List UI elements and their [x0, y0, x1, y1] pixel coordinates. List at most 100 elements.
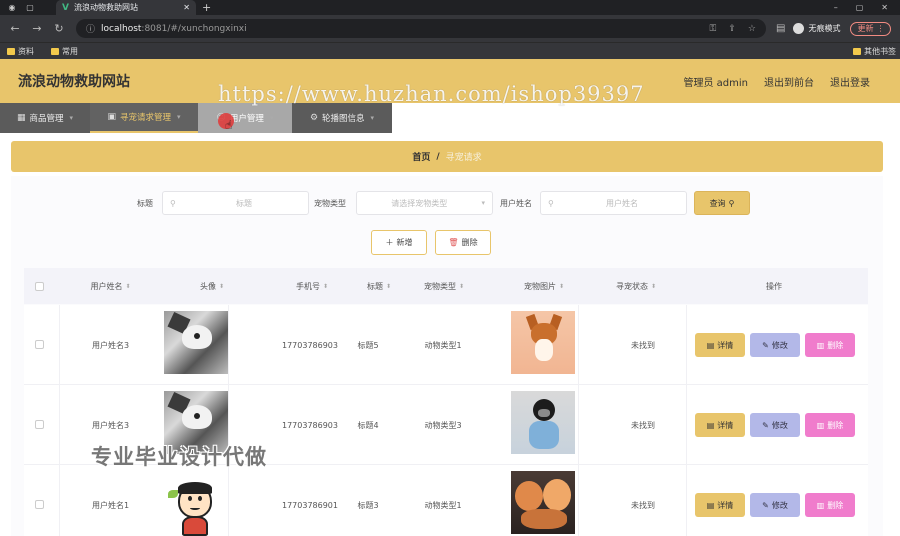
gear-icon: ⚙ — [309, 113, 319, 123]
col-pet-type-label: 宠物类型 — [423, 281, 456, 291]
sort-icon: ⬍ — [125, 282, 131, 290]
col-divider — [578, 305, 579, 385]
col-divider — [686, 465, 687, 536]
col-avatar-label: 头像 — [199, 281, 216, 291]
tab-close-icon[interactable]: ✕ — [183, 3, 190, 12]
col-status[interactable]: 寻宠状态 ⬍ — [586, 268, 686, 304]
trash-icon: ▥ — [816, 340, 825, 350]
incognito-avatar-icon — [793, 23, 805, 34]
key-icon[interactable]: ⚿ — [710, 24, 717, 34]
minimize-icon[interactable]: – — [834, 3, 838, 12]
profile-button[interactable]: 无痕模式 — [793, 23, 840, 34]
edit-button[interactable]: ✎ 修改 — [750, 333, 800, 357]
bookmark-folder-other[interactable]: 其他书签 — [853, 46, 896, 57]
avatar-image — [164, 311, 228, 374]
chevron-down-icon: ▾ — [177, 113, 181, 121]
title-placeholder: 标题 — [236, 198, 252, 208]
detail-label: 详情 — [717, 420, 734, 430]
cell-status: 未找到 — [631, 420, 655, 430]
batch-delete-button[interactable]: 🗑︎ 删除 — [435, 230, 491, 255]
chevron-down-icon: ▾ — [481, 199, 485, 207]
breadcrumb-current: 寻宠请求 — [445, 153, 482, 163]
menu-item-label: 寻宠请求管理 — [119, 113, 171, 123]
col-divider — [228, 465, 229, 536]
forward-icon[interactable]: → — [30, 22, 44, 35]
edit-button[interactable]: ✎ 修改 — [750, 413, 800, 437]
detail-label: 详情 — [717, 340, 734, 350]
folder-icon — [7, 47, 15, 55]
side-panel-icon[interactable]: ▤ — [776, 23, 785, 34]
cell-pet-type: 动物类型1 — [424, 340, 462, 350]
detail-button[interactable]: ▤ 详情 — [695, 333, 745, 357]
bookmark-star-icon[interactable]: ☆ — [748, 24, 756, 34]
chevron-down-icon: ▾ — [269, 114, 274, 122]
title-search-input[interactable]: ⚲ 标题 — [162, 191, 309, 215]
cell-pet-type: 动物类型1 — [424, 500, 462, 510]
col-username[interactable]: 用户姓名 ⬍ — [59, 268, 162, 304]
bookmark-folder-2[interactable]: 常用 — [51, 46, 78, 57]
info-icon[interactable]: ⓘ — [86, 22, 95, 35]
row-checkbox[interactable] — [35, 340, 44, 349]
chevron-down-icon: ▾ — [370, 114, 375, 122]
search-icon: ⚲ — [170, 198, 176, 208]
remove-label: 删除 — [827, 340, 844, 350]
table-row: 用户姓名1 17703786901 标题3 动物类型1 未找到 ▤ 详情 ✎ 修改 … — [24, 465, 868, 536]
menu-item-label: 商品管理 — [29, 114, 64, 124]
col-pet-type[interactable]: 宠物类型 ⬍ — [394, 268, 494, 304]
edit-button[interactable]: ✎ 修改 — [750, 493, 800, 517]
share-icon[interactable]: ⇪ — [728, 24, 736, 34]
more-icon: ⋮ — [876, 24, 885, 33]
maximize-icon[interactable]: ▢ — [856, 3, 864, 12]
tab-search-icon[interactable]: ▢ — [24, 3, 36, 13]
pet-type-placeholder: 请选择宠物类型 — [391, 198, 448, 208]
delete-button[interactable]: ▥ 删除 — [805, 413, 855, 437]
browser-tab[interactable]: V 流浪动物救助网站 ✕ — [56, 0, 196, 15]
logout-link[interactable]: 退出登录 — [830, 74, 870, 89]
username-search-input[interactable]: ⚲ 用户姓名 — [540, 191, 687, 215]
promo-overlay-text: 专业毕业设计代做 — [91, 445, 267, 469]
select-all-checkbox[interactable] — [35, 282, 44, 291]
delete-button[interactable]: ▥ 删除 — [805, 493, 855, 517]
row-checkbox[interactable] — [35, 420, 44, 429]
reload-icon[interactable]: ↻ — [52, 22, 66, 35]
pet-type-select[interactable]: 请选择宠物类型 ▾ — [356, 191, 493, 215]
menu-item-carousel[interactable]: ⚙ 轮播图信息 ▾ — [292, 103, 392, 133]
sort-icon: ⬍ — [458, 282, 465, 290]
menu-item-users[interactable]: ☺ 用户管理 ▾ ☝ — [198, 103, 292, 133]
col-pet-image[interactable]: 宠物图片 ⬍ — [494, 268, 594, 304]
bookmark-label: 资料 — [18, 46, 34, 56]
edit-label: 修改 — [771, 340, 788, 350]
search-type-label-wrap: 宠物类型 — [314, 191, 346, 215]
cell-status: 未找到 — [631, 500, 655, 510]
new-tab-icon[interactable]: + — [202, 1, 211, 14]
add-button[interactable]: ＋ 新增 — [371, 230, 427, 255]
document-icon: ▤ — [706, 340, 715, 350]
delete-button[interactable]: ▥ 删除 — [805, 333, 855, 357]
profile-label: 无痕模式 — [808, 24, 841, 33]
browser-menu-icon[interactable]: ◉ — [6, 3, 18, 13]
search-title-label-wrap: 标题 — [137, 191, 153, 215]
remove-label: 删除 — [827, 420, 844, 430]
sort-icon: ⬍ — [650, 282, 657, 290]
back-icon[interactable]: ← — [8, 22, 22, 35]
col-username-label: 用户姓名 — [90, 281, 123, 291]
bookmark-folder-1[interactable]: 资料 — [7, 46, 34, 57]
update-button[interactable]: 更新 ⋮ — [850, 21, 892, 36]
menu-item-products[interactable]: ▦ 商品管理 ▾ — [0, 103, 90, 133]
row-checkbox[interactable] — [35, 500, 44, 509]
back-to-front-link[interactable]: 退出到前台 — [764, 74, 814, 89]
col-avatar[interactable]: 头像 ⬍ — [162, 268, 262, 304]
detail-button[interactable]: ▤ 详情 — [695, 413, 745, 437]
col-divider — [578, 385, 579, 465]
grid-icon: ▦ — [16, 113, 26, 123]
url-input[interactable]: ⓘ localhost:8081/#/xunchongxinxi ⚿ ⇪ ☆ — [76, 19, 766, 38]
detail-button[interactable]: ▤ 详情 — [695, 493, 745, 517]
remove-label: 删除 — [827, 500, 844, 510]
query-button[interactable]: 查询 ⚲ — [694, 191, 750, 215]
cell-username: 用户姓名1 — [91, 500, 130, 510]
document-icon: ▣ — [107, 112, 116, 122]
breadcrumb-home[interactable]: 首页 — [412, 150, 430, 163]
close-window-icon[interactable]: ✕ — [881, 3, 888, 12]
menu-item-pet-requests[interactable]: ▣ 寻宠请求管理 ▾ — [90, 103, 198, 133]
col-divider — [578, 465, 579, 536]
